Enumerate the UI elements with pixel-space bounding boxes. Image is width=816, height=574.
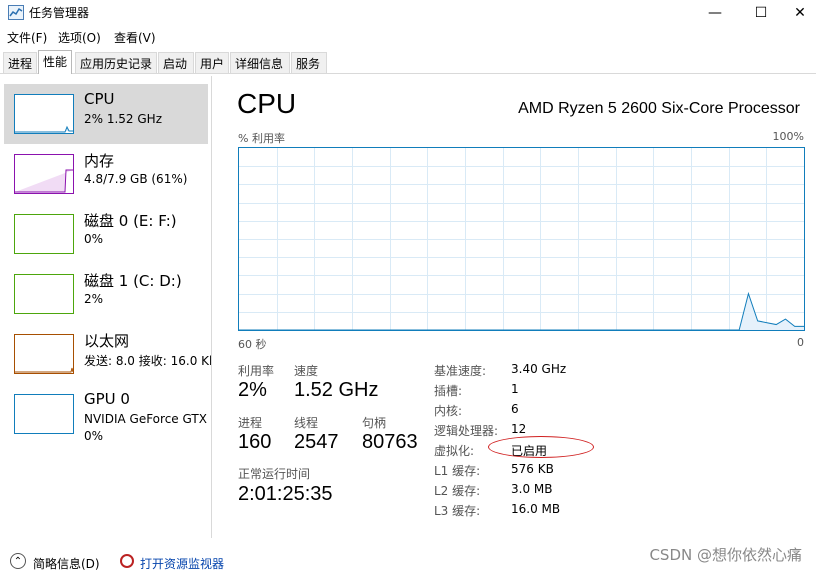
tab-users[interactable]: 用户 (195, 52, 229, 73)
sidebar-item-sub: 0% (84, 232, 104, 246)
resource-monitor-icon (120, 554, 134, 568)
logical-processors-value: 12 (511, 422, 527, 436)
speed-value: 1.52 GHz (294, 379, 379, 401)
chevron-up-icon[interactable]: ⌃ (10, 553, 26, 569)
ethernet-thumbnail-graph (14, 334, 74, 374)
sidebar-item-label: 磁盘 1 (C: D:) (84, 272, 182, 290)
virtualization-highlight-ellipse (488, 436, 594, 458)
sidebar-item-sub: 2% 1.52 GHz (84, 112, 163, 126)
task-manager-icon (8, 5, 24, 20)
utilization-label: 利用率 (238, 364, 275, 378)
graph-label-max: 100% (772, 130, 804, 143)
processor-name: AMD Ryzen 5 2600 Six-Core Processor (518, 100, 800, 117)
gpu-thumbnail-graph (14, 394, 74, 434)
processes-label: 进程 (238, 416, 263, 430)
resource-sidebar: CPU 2% 1.52 GHz 内存 4.8/7.9 GB (61%) 磁盘 0… (0, 76, 212, 538)
virtualization-label: 虚拟化: (434, 444, 475, 458)
tab-processes[interactable]: 进程 (3, 52, 37, 73)
cpu-graph-svg (239, 148, 804, 331)
cpu-thumbnail-graph (14, 94, 74, 134)
base-speed-label: 基准速度: (434, 364, 487, 378)
l3-cache-label: L3 缓存: (434, 504, 481, 518)
handles-label: 句柄 (362, 416, 387, 430)
menu-options[interactable]: 选项(O) (58, 29, 101, 46)
watermark: CSDN @想你依然心痛 (649, 546, 802, 564)
sidebar-item-disk-1[interactable]: 磁盘 1 (C: D:) 2% (4, 264, 208, 324)
open-resource-monitor-link[interactable]: 打开资源监视器 (140, 555, 224, 572)
disk0-thumbnail-graph (14, 214, 74, 254)
sidebar-item-sub: 4.8/7.9 GB (61%) (84, 172, 188, 186)
tab-services[interactable]: 服务 (291, 52, 327, 73)
sidebar-item-disk-0[interactable]: 磁盘 0 (E: F:) 0% (4, 204, 208, 264)
graph-label-utilization: % 利用率 (238, 132, 285, 145)
l1-cache-value: 576 KB (511, 462, 554, 476)
sidebar-item-ethernet[interactable]: 以太网 发送: 8.0 接收: 16.0 Kb (4, 324, 211, 384)
sidebar-item-label: 内存 (84, 152, 115, 170)
close-button[interactable]: ✕ (784, 0, 816, 26)
uptime-value: 2:01:25:35 (238, 483, 333, 505)
processes-value: 160 (238, 431, 272, 453)
tab-startup[interactable]: 启动 (158, 52, 194, 73)
uptime-label: 正常运行时间 (238, 467, 311, 481)
menu-file[interactable]: 文件(F) (7, 29, 47, 46)
minimize-button[interactable]: — (692, 0, 738, 26)
cpu-utilization-line (239, 291, 804, 331)
sidebar-item-sub: 发送: 8.0 接收: 16.0 Kb (84, 354, 212, 368)
tab-performance[interactable]: 性能 (38, 50, 72, 74)
graph-now-label: 0 (797, 336, 804, 349)
menu-bar: 文件(F) 选项(O) 查看(V) (0, 26, 816, 48)
sidebar-item-gpu-0[interactable]: GPU 0 NVIDIA GeForce GTX 0% (4, 384, 208, 454)
sidebar-item-label: 磁盘 0 (E: F:) (84, 212, 177, 230)
l3-cache-value: 16.0 MB (511, 502, 561, 516)
tab-app-history[interactable]: 应用历史记录 (75, 52, 157, 73)
tab-details[interactable]: 详细信息 (230, 52, 290, 73)
base-speed-value: 3.40 GHz (511, 362, 567, 376)
window-title: 任务管理器 (29, 6, 90, 20)
sidebar-item-sub: NVIDIA GeForce GTX (84, 412, 207, 426)
speed-label: 速度 (294, 364, 319, 378)
cores-label: 内核: (434, 404, 463, 418)
sidebar-item-cpu[interactable]: CPU 2% 1.52 GHz (4, 84, 208, 144)
sidebar-item-label: GPU 0 (84, 390, 130, 408)
utilization-value: 2% (238, 379, 267, 401)
l2-cache-value: 3.0 MB (511, 482, 553, 496)
graph-time-label: 60 秒 (238, 338, 267, 351)
cpu-utilization-graph (238, 147, 805, 331)
sockets-label: 插槽: (434, 384, 463, 398)
menu-view[interactable]: 查看(V) (114, 29, 156, 46)
title-bar: 任务管理器 — ☐ ✕ (0, 0, 816, 26)
sidebar-item-sub: 2% (84, 292, 104, 306)
l1-cache-label: L1 缓存: (434, 464, 481, 478)
logical-processors-label: 逻辑处理器: (434, 424, 499, 438)
memory-thumbnail-graph (14, 154, 74, 194)
sidebar-item-sub2: 0% (84, 429, 104, 443)
sidebar-item-label: 以太网 (84, 332, 130, 350)
threads-label: 线程 (294, 416, 319, 430)
sockets-value: 1 (511, 382, 519, 396)
cores-value: 6 (511, 402, 519, 416)
sidebar-item-memory[interactable]: 内存 4.8/7.9 GB (61%) (4, 144, 208, 204)
threads-value: 2547 (294, 431, 339, 453)
page-title: CPU (237, 88, 297, 119)
maximize-button[interactable]: ☐ (738, 0, 784, 26)
sidebar-item-label: CPU (84, 90, 115, 108)
tab-bar: 进程 性能 应用历史记录 启动 用户 详细信息 服务 (0, 50, 816, 74)
handles-value: 80763 (362, 431, 418, 453)
disk1-thumbnail-graph (14, 274, 74, 314)
cpu-utilization-area (239, 293, 804, 330)
fewer-details-button[interactable]: 简略信息(D) (33, 555, 100, 572)
l2-cache-label: L2 缓存: (434, 484, 481, 498)
